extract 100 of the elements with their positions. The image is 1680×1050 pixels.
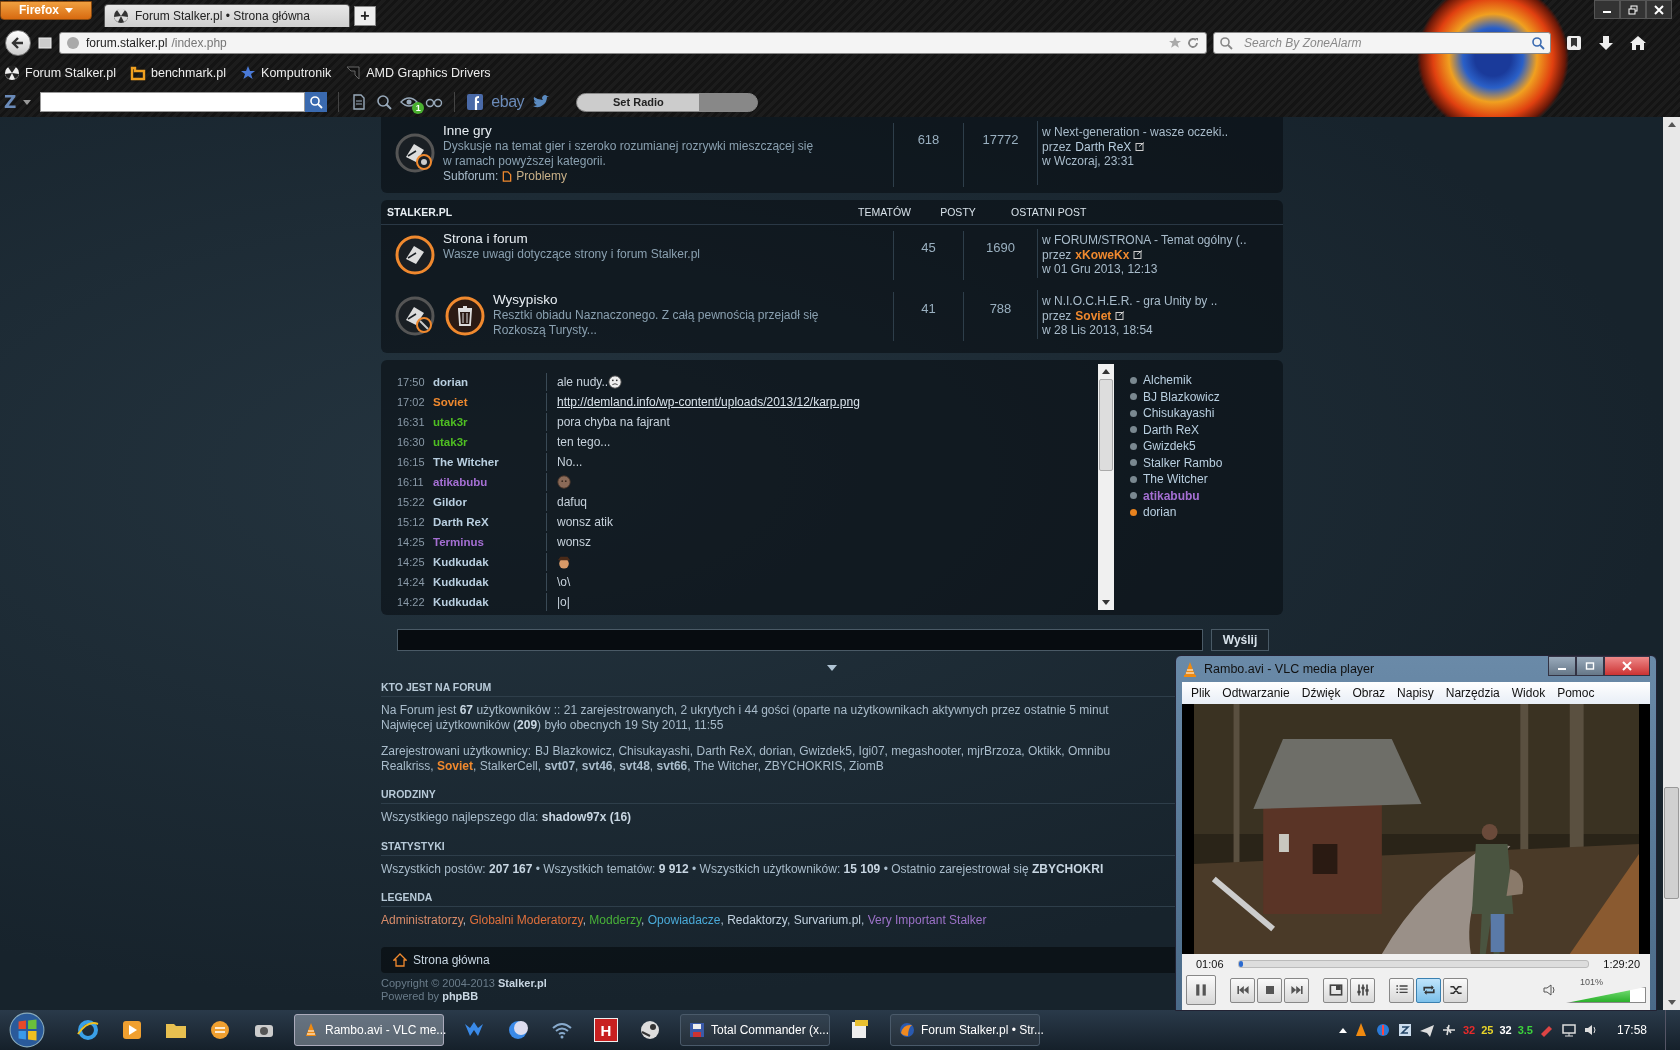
ring-icon[interactable] <box>76 1018 100 1042</box>
bookmark-item[interactable]: Komputronik <box>240 64 332 81</box>
minimize-button[interactable] <box>1548 656 1576 676</box>
online-user[interactable]: Gwizdek5 <box>1143 439 1196 454</box>
speaker-icon[interactable] <box>1582 1022 1599 1038</box>
user-link[interactable]: Darth ReX <box>696 744 753 758</box>
message-author[interactable]: Gildor <box>433 496 546 508</box>
show-hidden-icon[interactable] <box>1338 1027 1347 1033</box>
group-link[interactable]: Globalni Moderatorzy <box>469 913 583 927</box>
menu-item[interactable]: Dźwięk <box>1301 686 1341 700</box>
playlist-button[interactable] <box>1389 977 1414 1003</box>
goto-post-icon[interactable] <box>1115 310 1126 322</box>
menu-item[interactable]: Narzędzia <box>1445 686 1500 700</box>
square-f-icon[interactable] <box>466 93 485 111</box>
disc-icon[interactable] <box>208 1018 232 1042</box>
online-user[interactable]: dorian <box>1143 505 1177 520</box>
caret-icon[interactable] <box>23 99 32 105</box>
message-author[interactable]: Kudkudak <box>433 556 546 568</box>
online-user[interactable]: Darth ReX <box>1143 422 1200 437</box>
menu-item[interactable]: Widok <box>1511 686 1546 700</box>
clock[interactable]: 17:58 <box>1616 1023 1647 1037</box>
address-field[interactable]: forum.stalker.pl /index.php <box>59 31 1207 54</box>
message-author[interactable]: Soviet <box>433 396 546 408</box>
scroll-thumb[interactable] <box>1664 787 1679 899</box>
user-link[interactable]: BJ Blazkowicz <box>535 744 612 758</box>
online-user[interactable]: Stalker Rambo <box>1143 455 1223 470</box>
start-button[interactable] <box>8 1011 46 1049</box>
taskbar-app-button[interactable]: H <box>594 1018 618 1042</box>
group-link[interactable]: Administratorzy <box>381 913 463 927</box>
online-user[interactable]: Alchemik <box>1143 373 1192 388</box>
down-arrow-icon[interactable] <box>1667 1000 1676 1005</box>
up-arrow-icon[interactable] <box>1102 369 1110 374</box>
plane-icon[interactable] <box>1418 1022 1435 1038</box>
author-link[interactable]: Soviet <box>1075 308 1112 323</box>
stop-button[interactable] <box>1257 977 1282 1003</box>
message-author[interactable]: dorian <box>433 376 546 388</box>
goto-post-icon[interactable] <box>1135 141 1146 153</box>
shield-icon[interactable] <box>1374 1022 1391 1038</box>
menu-item[interactable]: Napisy <box>1397 686 1434 700</box>
breadcrumb-link[interactable]: Strona główna <box>413 952 490 967</box>
radio-slider[interactable]: Set Radio <box>576 92 759 112</box>
last-post-topic[interactable]: w FORUM/STRONA - Temat ogólny (.. <box>1042 233 1283 248</box>
back-button[interactable] <box>5 29 31 56</box>
taskbar-window-button[interactable]: Rambo.avi - VLC me... <box>294 1014 444 1046</box>
shop-link[interactable]: ebay <box>491 93 525 111</box>
star-icon[interactable] <box>1168 35 1182 50</box>
message-author[interactable]: utak3r <box>433 416 546 428</box>
toolbar-search-field[interactable] <box>40 92 306 112</box>
author-link[interactable]: Darth ReX <box>1075 139 1132 154</box>
scroll-thumb[interactable] <box>1099 379 1113 471</box>
prev-button[interactable] <box>1230 977 1255 1003</box>
media-icon[interactable] <box>120 1018 144 1042</box>
collapse-caret-icon[interactable] <box>827 664 837 671</box>
square-icon[interactable] <box>1396 1022 1413 1038</box>
goto-post-icon[interactable] <box>1133 249 1144 261</box>
restore-button[interactable] <box>1620 0 1646 19</box>
group-link[interactable]: Redaktorzy <box>727 913 787 927</box>
user-link[interactable]: dorian <box>759 744 793 758</box>
moon-icon[interactable] <box>506 1018 530 1042</box>
message-author[interactable]: The Witcher <box>433 456 546 468</box>
speaker-icon[interactable] <box>1542 982 1558 998</box>
bookmark-item[interactable]: benchmark.pl <box>130 64 227 81</box>
menu-item[interactable]: Odtwarzanie <box>1222 686 1290 700</box>
jet-icon[interactable] <box>1440 1022 1457 1038</box>
message-author[interactable]: atikabubu <box>433 476 546 488</box>
category-title[interactable]: STALKER.PL <box>381 206 821 218</box>
user-link[interactable]: ZiomB <box>849 758 884 773</box>
menu-item[interactable]: Plik <box>1191 686 1211 700</box>
next-button[interactable] <box>1284 977 1309 1003</box>
last-post-topic[interactable]: w N.I.O.C.H.E.R. - gra Unity by .. <box>1042 294 1283 309</box>
close-button[interactable] <box>1646 0 1672 19</box>
online-user[interactable]: atikabubu <box>1143 488 1200 503</box>
menu-item[interactable]: Obraz <box>1352 686 1386 700</box>
user-link[interactable]: Omnibu <box>1068 744 1111 758</box>
forum-title[interactable]: Strona i forum <box>443 231 700 246</box>
toolbar-logo[interactable]: Z <box>4 92 17 112</box>
download-icon[interactable] <box>1597 33 1615 52</box>
user-link[interactable]: Chisukayashi <box>618 744 690 758</box>
minimize-button[interactable] <box>1594 0 1620 19</box>
message-author[interactable]: utak3r <box>433 436 546 448</box>
bookmarks-icon[interactable] <box>1565 33 1583 52</box>
group-link[interactable]: Very Important Stalker <box>867 913 987 927</box>
user-link[interactable]: Gwizdek5 <box>799 744 852 758</box>
message-author[interactable]: Kudkudak <box>433 596 546 608</box>
settings-button[interactable] <box>1350 977 1375 1003</box>
author-link[interactable]: xKoweKx <box>1075 247 1130 262</box>
message-link[interactable]: http://demland.info/wp-content/uploads/2013/12/karp.png <box>557 395 860 409</box>
network-icon[interactable] <box>1560 1022 1577 1038</box>
subforum-link[interactable]: Problemy <box>516 169 568 184</box>
online-user[interactable]: Chisukayashi <box>1143 406 1215 421</box>
chat-input-field[interactable] <box>397 629 1203 651</box>
bookmark-item[interactable]: AMD Graphics Drivers <box>345 64 491 81</box>
browser-tab[interactable]: Forum Stalker.pl • Strona główna <box>104 4 350 27</box>
taskbar-window-button[interactable]: Total Commander (x... <box>680 1014 830 1046</box>
online-user[interactable]: BJ Blazkowicz <box>1143 389 1220 404</box>
search-field[interactable]: Search By ZoneAlarm <box>1213 31 1551 54</box>
user-link[interactable]: The Witcher <box>693 758 758 773</box>
random-button[interactable] <box>1443 977 1468 1003</box>
down-arrow-icon[interactable] <box>1102 600 1110 605</box>
pause-button[interactable] <box>1186 975 1216 1005</box>
